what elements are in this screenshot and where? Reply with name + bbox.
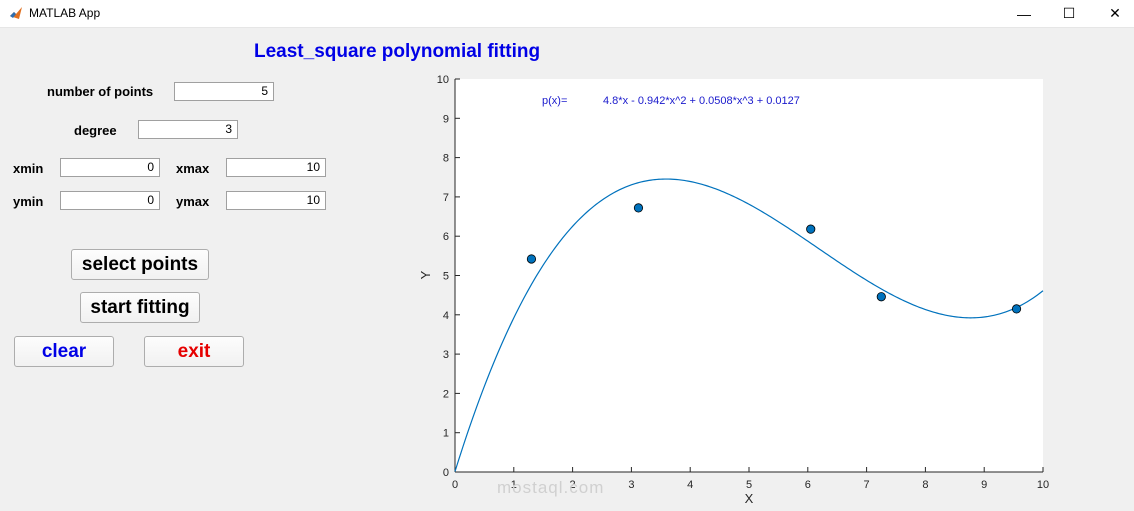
x-tick-label: 5 <box>746 479 752 491</box>
y-tick-label: 9 <box>443 113 449 125</box>
x-tick-label: 4 <box>687 479 693 491</box>
xmin-input[interactable]: 0 <box>60 158 160 177</box>
x-tick-label: 9 <box>981 479 987 491</box>
y-tick-label: 0 <box>443 467 449 479</box>
y-tick-label: 7 <box>443 192 449 204</box>
ymin-label: ymin <box>13 194 44 209</box>
maximize-button[interactable]: ☐ <box>1046 0 1092 27</box>
minimize-button[interactable]: — <box>1001 0 1047 27</box>
exit-button[interactable]: exit <box>144 336 244 367</box>
close-button[interactable]: ✕ <box>1092 0 1134 27</box>
degree-input[interactable]: 3 <box>138 120 238 139</box>
num-points-label: number of points <box>47 84 154 99</box>
y-tick-label: 4 <box>443 310 449 322</box>
ymax-input[interactable]: 10 <box>226 191 326 210</box>
y-tick-label: 3 <box>443 349 449 361</box>
ymax-label: ymax <box>176 194 210 209</box>
num-points-input[interactable]: 5 <box>174 82 274 101</box>
y-tick-label: 1 <box>443 428 449 440</box>
y-axis-label: Y <box>418 270 433 279</box>
y-tick-label: 8 <box>443 153 449 165</box>
xmax-label: xmax <box>176 161 210 176</box>
matlab-icon <box>10 7 22 19</box>
x-tick-label: 7 <box>864 479 870 491</box>
clear-button[interactable]: clear <box>14 336 114 367</box>
watermark: mostaql.com <box>497 478 605 497</box>
y-tick-label: 10 <box>437 74 449 86</box>
x-axis-label: X <box>745 491 754 506</box>
y-tick-label: 5 <box>443 271 449 283</box>
x-tick-label: 10 <box>1037 479 1049 491</box>
window-titlebar: MATLAB App — ☐ ✕ <box>0 0 1134 28</box>
x-tick-label: 8 <box>922 479 928 491</box>
plot-area[interactable] <box>455 79 1043 472</box>
y-tick-label: 2 <box>443 388 449 400</box>
x-tick-label: 0 <box>452 479 458 491</box>
start-fitting-button[interactable]: start fitting <box>80 292 200 323</box>
app-title: Least_square polynomial fitting <box>254 41 541 62</box>
y-tick-label: 6 <box>443 231 449 243</box>
ymin-input[interactable]: 0 <box>60 191 160 210</box>
degree-label: degree <box>74 123 117 138</box>
xmin-label: xmin <box>13 161 44 176</box>
xmax-input[interactable]: 10 <box>226 158 326 177</box>
x-tick-label: 6 <box>805 479 811 491</box>
window-title: MATLAB App <box>29 6 101 20</box>
select-points-button[interactable]: select points <box>71 249 209 280</box>
x-tick-label: 3 <box>628 479 634 491</box>
